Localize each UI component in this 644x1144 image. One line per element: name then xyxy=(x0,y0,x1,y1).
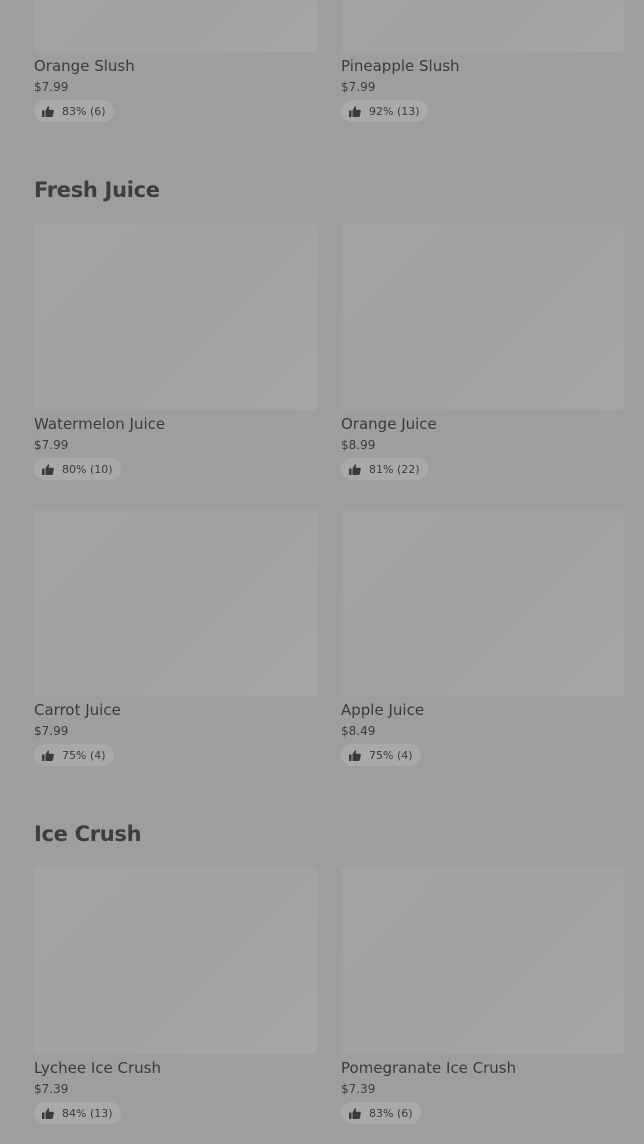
rating-text: 81% (22) xyxy=(369,462,420,476)
rating-text: 92% (13) xyxy=(369,104,420,118)
item-name: Watermelon Juice xyxy=(34,415,166,433)
menu-item-card[interactable]: Carrot Juice $7.99 75% (4) xyxy=(34,509,317,766)
rating-text: 84% (13) xyxy=(62,1106,113,1120)
rating-badge: 84% (13) xyxy=(34,1102,121,1124)
item-price: $7.99 xyxy=(34,724,69,738)
rating-text: 83% (6) xyxy=(62,104,106,118)
rating-text: 83% (6) xyxy=(369,1106,413,1120)
rating-badge: 75% (4) xyxy=(341,744,421,766)
thumbs-up-icon xyxy=(42,105,54,117)
item-name: Orange Slush xyxy=(34,57,135,75)
item-image xyxy=(34,509,317,696)
rating-badge: 75% (4) xyxy=(34,744,114,766)
rating-badge: 81% (22) xyxy=(341,458,428,480)
thumbs-up-icon xyxy=(349,749,361,761)
menu-item-card[interactable]: Apple Juice $8.49 75% (4) xyxy=(341,509,624,766)
item-price: $7.99 xyxy=(34,80,69,94)
section-title-fresh-juice: Fresh Juice xyxy=(34,178,160,202)
item-price: $8.49 xyxy=(341,724,376,738)
item-name: Orange Juice xyxy=(341,415,437,433)
item-image xyxy=(34,867,317,1054)
thumbs-up-icon xyxy=(42,1107,54,1119)
rating-badge: 83% (6) xyxy=(341,1102,421,1124)
thumbs-up-icon xyxy=(42,463,54,475)
item-price: $7.39 xyxy=(341,1082,376,1096)
item-image xyxy=(34,223,317,410)
thumbs-up-icon xyxy=(349,105,361,117)
thumbs-up-icon xyxy=(349,1107,361,1119)
rating-text: 75% (4) xyxy=(62,748,106,762)
item-name: Apple Juice xyxy=(341,701,425,719)
item-image xyxy=(341,0,624,52)
item-image xyxy=(341,509,624,696)
menu-page: Orange Slush $7.99 83% (6) Pineapple Slu… xyxy=(0,0,644,1144)
item-name: Carrot Juice xyxy=(34,701,121,719)
item-name: Pomegranate Ice Crush xyxy=(341,1059,517,1077)
item-price: $8.99 xyxy=(341,438,376,452)
menu-item-card[interactable]: Watermelon Juice $7.99 80% (10) xyxy=(34,223,317,480)
item-price: $7.99 xyxy=(341,80,376,94)
section-title-ice-crush: Ice Crush xyxy=(34,822,142,846)
item-price: $7.39 xyxy=(34,1082,69,1096)
item-price: $7.99 xyxy=(34,438,69,452)
item-name: Lychee Ice Crush xyxy=(34,1059,161,1077)
menu-item-card[interactable]: Lychee Ice Crush $7.39 84% (13) xyxy=(34,867,317,1124)
rating-text: 75% (4) xyxy=(369,748,413,762)
menu-item-card[interactable]: Orange Slush $7.99 83% (6) xyxy=(34,0,317,122)
item-image xyxy=(341,867,624,1054)
rating-badge: 92% (13) xyxy=(341,100,428,122)
item-image xyxy=(34,0,317,52)
rating-text: 80% (10) xyxy=(62,462,113,476)
menu-item-card[interactable]: Orange Juice $8.99 81% (22) xyxy=(341,223,624,480)
rating-badge: 83% (6) xyxy=(34,100,114,122)
item-image xyxy=(341,223,624,410)
menu-item-card[interactable]: Pineapple Slush $7.99 92% (13) xyxy=(341,0,624,122)
thumbs-up-icon xyxy=(42,749,54,761)
rating-badge: 80% (10) xyxy=(34,458,121,480)
item-name: Pineapple Slush xyxy=(341,57,460,75)
menu-item-card[interactable]: Pomegranate Ice Crush $7.39 83% (6) xyxy=(341,867,624,1124)
thumbs-up-icon xyxy=(349,463,361,475)
